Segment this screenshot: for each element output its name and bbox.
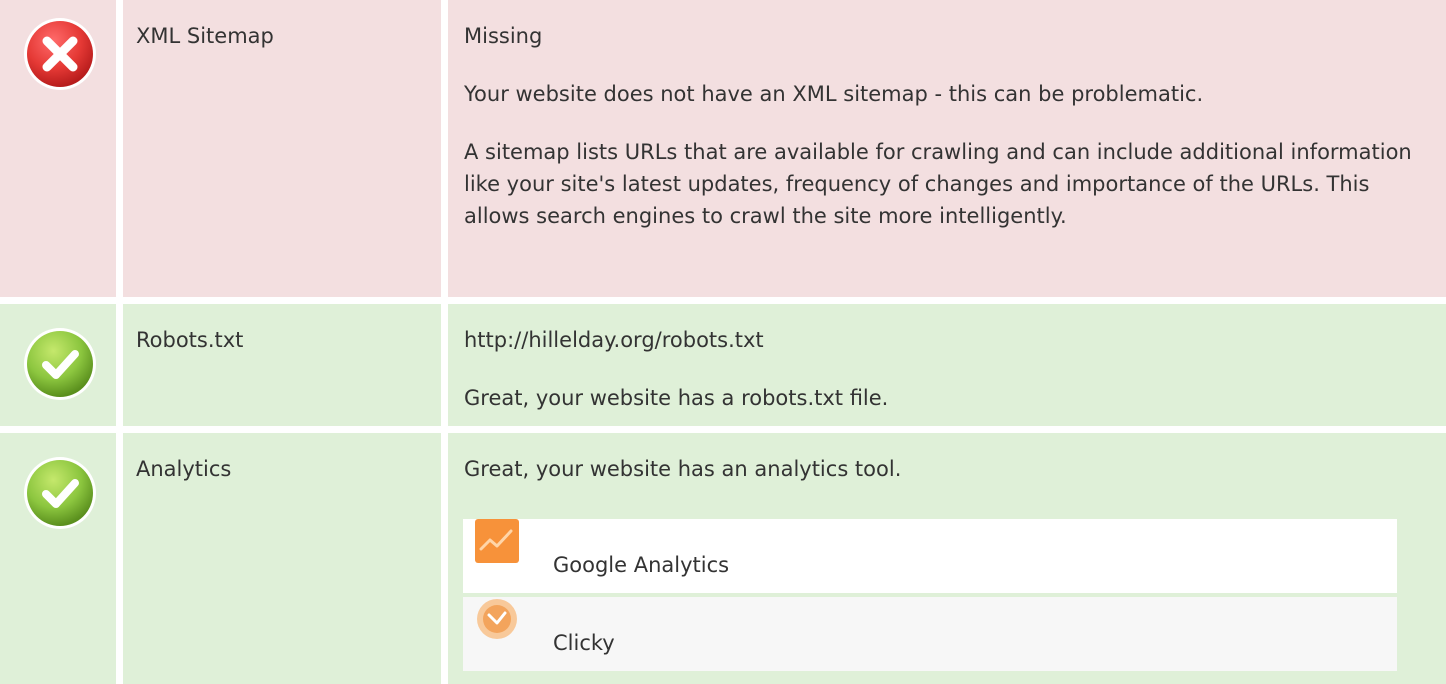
seo-check-row-robots-txt: Robots.txt http://hillelday.org/robots.t… [0, 304, 1446, 426]
check-message: Your website does not have an XML sitema… [464, 82, 1204, 106]
tool-name: Google Analytics [553, 553, 730, 577]
list-item: Clicky [463, 597, 1397, 671]
check-name: Analytics [136, 457, 232, 481]
clicky-icon [475, 597, 519, 641]
analytics-tools-list: Google Analytics Clicky [463, 519, 1397, 671]
check-result-cell: Missing Your website does not have an XM… [448, 0, 1446, 297]
robots-url[interactable]: http://hillelday.org/robots.txt [464, 324, 1436, 356]
status-cell [0, 433, 116, 684]
check-icon [22, 455, 98, 531]
check-name-cell: Robots.txt [123, 304, 441, 426]
error-icon [22, 16, 98, 92]
check-value: Missing [464, 24, 543, 48]
check-name-cell: XML Sitemap [123, 0, 441, 297]
check-message: Great, your website has an analytics too… [464, 457, 902, 481]
check-description: A sitemap lists URLs that are available … [464, 140, 1412, 228]
status-cell [0, 304, 116, 426]
tool-name: Clicky [553, 631, 615, 655]
check-message: Great, your website has a robots.txt fil… [464, 386, 889, 410]
check-icon [22, 326, 98, 402]
check-result-cell: http://hillelday.org/robots.txt Great, y… [448, 304, 1446, 426]
seo-check-row-analytics: Analytics Great, your website has an ana… [0, 433, 1446, 684]
list-item: Google Analytics [463, 519, 1397, 593]
google-analytics-icon [475, 519, 519, 563]
check-name: Robots.txt [136, 328, 244, 352]
seo-check-row-xml-sitemap: XML Sitemap Missing Your website does no… [0, 0, 1446, 297]
check-name-cell: Analytics [123, 433, 441, 684]
check-name: XML Sitemap [136, 24, 274, 48]
status-cell [0, 0, 116, 297]
